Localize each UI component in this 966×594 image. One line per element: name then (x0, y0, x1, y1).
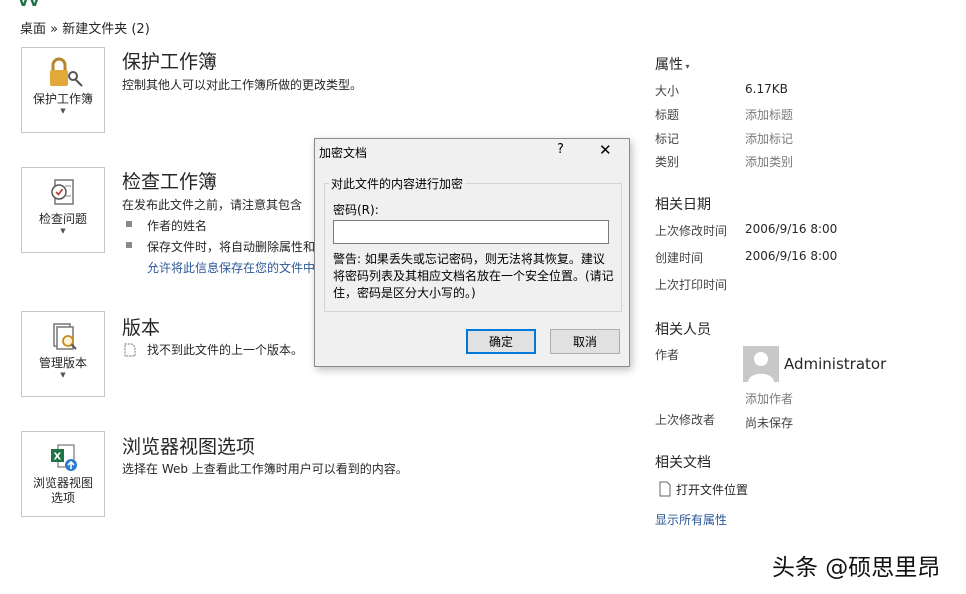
chevron-down-icon: ▾ (683, 62, 690, 71)
prop-value-size: 6.17KB (745, 82, 788, 96)
inspect-bullet-1: 作者的姓名 (147, 219, 208, 233)
chevron-down-icon: ▼ (60, 227, 66, 235)
chevron-down-icon: ▼ (60, 107, 66, 115)
ok-button[interactable]: 确定 (466, 329, 536, 354)
dialog-title: 加密文档 (319, 146, 368, 160)
last-modified-by-value: 尚未保存 (745, 416, 794, 430)
author-label: 作者 (655, 348, 680, 362)
versions-title: 版本 (122, 317, 161, 339)
show-all-properties-link[interactable]: 显示所有属性 (655, 511, 727, 528)
date-value-created: 2006/9/16 8:00 (745, 249, 838, 263)
manage-versions-button[interactable]: 管理版本 ▼ (21, 311, 105, 397)
browser-view-options-button[interactable]: X 浏览器视图 选项 (21, 431, 105, 517)
checklist-icon (46, 176, 80, 210)
versions-desc: 找不到此文件的上一个版本。 (147, 343, 304, 357)
browser-view-title: 浏览器视图选项 (122, 436, 256, 458)
warning-text: 警告: 如果丢失或忘记密码，则无法将其恢复。建议将密码列表及其相应文档名放在一个… (333, 252, 614, 300)
avatar[interactable] (743, 346, 779, 382)
excel-web-icon: X (45, 440, 81, 474)
browser-view-label-line1: 浏览器视图 (32, 476, 93, 490)
prop-label-tags: 标记 (655, 132, 680, 146)
prop-label-title: 标题 (655, 108, 680, 122)
open-file-location-link[interactable]: 打开文件位置 (676, 481, 748, 498)
check-issues-button[interactable]: 检查问题 ▼ (21, 167, 105, 253)
manage-versions-label: 管理版本 (38, 356, 87, 370)
encrypt-group-label: 对此文件的内容进行加密 (329, 175, 466, 192)
allow-save-info-link[interactable]: 允许将此信息保存在您的文件中 (147, 259, 315, 276)
encrypt-document-dialog: 加密文档 ? ✕ 对此文件的内容进行加密 密码(R): 警告: 如果丢失或忘记密… (314, 138, 630, 367)
check-issues-label: 检查问题 (38, 212, 87, 226)
prop-label-category: 类别 (655, 155, 680, 169)
close-icon[interactable]: ✕ (599, 141, 612, 159)
document-icon (659, 481, 671, 500)
password-label: 密码(R): (333, 203, 379, 217)
password-input[interactable] (333, 220, 609, 244)
prop-label-size: 大小 (655, 84, 680, 98)
last-modified-by-label: 上次修改者 (655, 413, 716, 427)
bullet-marker (126, 221, 132, 227)
chevron-down-icon: ▼ (60, 371, 66, 379)
date-value-modified: 2006/9/16 8:00 (745, 222, 838, 236)
bullet-marker (126, 242, 132, 248)
cancel-button[interactable]: 取消 (550, 329, 620, 354)
add-category-field[interactable]: 添加类别 (745, 153, 793, 170)
protect-workbook-label: 保护工作簿 (32, 92, 93, 106)
inspect-workbook-desc: 在发布此文件之前，请注意其包含 (122, 198, 303, 212)
inspect-workbook-title: 检查工作簿 (122, 171, 218, 193)
add-title-field[interactable]: 添加标题 (745, 106, 793, 123)
date-label-printed: 上次打印时间 (655, 278, 728, 292)
help-icon[interactable]: ? (557, 142, 564, 157)
related-docs-heading: 相关文档 (655, 455, 711, 471)
lock-key-icon (41, 56, 85, 90)
watermark: 头条 @硕思里昂 (772, 555, 941, 581)
browser-view-desc: 选择在 Web 上查看此工作簿时用户可以看到的内容。 (122, 462, 408, 476)
related-people-heading: 相关人员 (655, 322, 711, 338)
properties-heading-label: 属性 (655, 57, 683, 73)
add-tags-field[interactable]: 添加标记 (745, 130, 793, 147)
protect-workbook-title: 保护工作簿 (122, 51, 218, 73)
protect-workbook-desc: 控制其他人可以对此工作簿所做的更改类型。 (122, 78, 363, 92)
browser-view-label-line2: 选项 (50, 491, 75, 505)
inspect-bullet-2: 保存文件时，将自动删除属性和 (147, 240, 316, 254)
date-label-modified: 上次修改时间 (655, 224, 728, 238)
document-search-icon (46, 320, 80, 354)
breadcrumb[interactable]: 桌面 » 新建文件夹 (2) (20, 18, 150, 37)
app-mark: VV (18, 0, 40, 10)
svg-text:X: X (54, 452, 62, 463)
properties-heading[interactable]: 属性 ▾ (655, 54, 690, 74)
related-dates-heading: 相关日期 (655, 197, 711, 213)
document-icon (124, 343, 136, 360)
author-name[interactable]: Administrator (784, 355, 886, 373)
date-label-created: 创建时间 (655, 251, 704, 265)
protect-workbook-button[interactable]: 保护工作簿 ▼ (21, 47, 105, 133)
add-author-field[interactable]: 添加作者 (745, 390, 793, 407)
